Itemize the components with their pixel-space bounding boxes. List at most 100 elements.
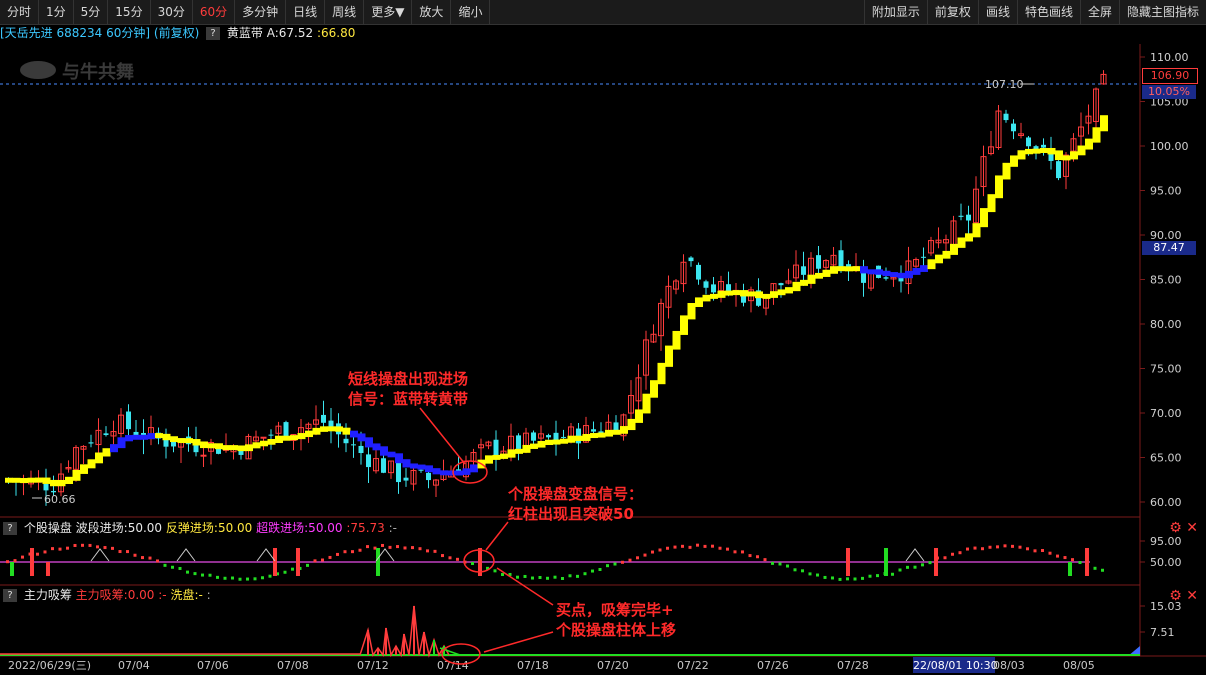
band-yellow-segment: [102, 448, 111, 457]
pane1-dot: [163, 563, 167, 567]
band-blue-segment: [117, 437, 126, 449]
period-tab-9[interactable]: 更多▼: [364, 0, 413, 24]
period-tab-0[interactable]: 分时: [0, 0, 40, 24]
band-yellow-segment: [515, 448, 523, 454]
band-yellow-segment: [27, 477, 36, 483]
help-icon[interactable]: ?: [3, 522, 17, 535]
band-yellow-segment: [500, 453, 508, 459]
candle-body: [613, 422, 619, 432]
stock-title: [天岳先进 688234 60分钟] (前复权): [0, 26, 200, 40]
candle-body: [260, 436, 267, 439]
close-icon[interactable]: ✕: [1186, 520, 1198, 536]
pane1-dot: [306, 563, 309, 567]
band-yellow-segment: [537, 441, 546, 448]
band-blue-segment: [867, 269, 876, 275]
toolbar-right-button-5[interactable]: 隐藏主图指标: [1118, 0, 1206, 24]
toolbar-right-button-3[interactable]: 特色画线: [1016, 0, 1080, 24]
candle-body: [531, 432, 536, 441]
band-yellow-segment: [1055, 150, 1063, 161]
pane1-dot: [988, 545, 992, 549]
gear-icon[interactable]: ⚙: [1169, 520, 1182, 536]
x-axis-label: 07/28: [837, 659, 869, 672]
period-tab-8[interactable]: 周线: [325, 0, 365, 24]
period-tab-2[interactable]: 5分: [74, 0, 109, 24]
pane1-triangle-marker: [176, 548, 196, 562]
band-blue-segment: [410, 463, 418, 469]
annotation-text: 红柱出现且突破50: [508, 505, 634, 523]
pane1-controls: ⚙ ✕: [1169, 520, 1198, 536]
candle-body: [1085, 115, 1092, 124]
annotation-text: 信号：蓝带转黄带: [348, 390, 468, 408]
band-yellow-segment: [740, 290, 748, 297]
pane1-dot: [508, 572, 512, 576]
band-yellow-segment: [732, 290, 741, 296]
period-tab-3[interactable]: 15分: [108, 0, 151, 24]
candle-body: [508, 435, 514, 451]
candle-body: [298, 427, 304, 437]
period-tab-11[interactable]: 缩小: [451, 0, 491, 24]
help-icon[interactable]: ?: [206, 27, 221, 40]
candle-body: [95, 429, 102, 446]
candle-body: [688, 257, 694, 262]
band-yellow-segment: [957, 237, 966, 248]
period-tab-5[interactable]: 60分: [193, 0, 236, 24]
pane1-dot: [291, 567, 294, 571]
candle-body: [500, 450, 507, 458]
pane1-dot: [103, 546, 107, 550]
pane1-boduan: 波段进场:50.00: [75, 521, 163, 535]
band-yellow-segment: [995, 175, 1003, 199]
pane1-dot: [718, 546, 722, 550]
pane1-bar: [884, 548, 888, 576]
candle-body: [493, 439, 499, 456]
pane1-dot: [966, 547, 969, 551]
band-yellow-segment: [935, 254, 943, 264]
band-yellow-segment: [927, 259, 936, 270]
pane1-dot: [381, 543, 384, 547]
pane2-line: [359, 605, 450, 658]
band-yellow-segment: [650, 380, 658, 398]
pane1-bar: [1085, 548, 1089, 576]
candle-body: [35, 478, 42, 483]
toolbar-right-button-0[interactable]: 附加显示: [863, 0, 927, 24]
band-yellow-segment: [1085, 138, 1093, 150]
close-icon[interactable]: ✕: [1186, 588, 1198, 604]
pane1-dot: [981, 547, 984, 551]
help-icon[interactable]: ?: [3, 589, 17, 602]
candle-body: [650, 333, 657, 343]
annotation-arrow: [485, 521, 509, 551]
band-blue-segment: [140, 434, 148, 440]
gear-icon[interactable]: ⚙: [1169, 588, 1182, 604]
pane1-dot: [1063, 556, 1067, 560]
toolbar-right-button-1[interactable]: 前复权: [926, 0, 978, 24]
pane1-dot: [238, 577, 242, 581]
candle-body: [943, 239, 949, 244]
period-tab-1[interactable]: 1分: [39, 0, 74, 24]
candle-body: [463, 460, 469, 478]
period-tab-6[interactable]: 多分钟: [235, 0, 287, 24]
band-yellow-segment: [522, 444, 531, 453]
pane1-dot: [478, 564, 482, 568]
pane1-dot: [268, 574, 272, 578]
pane1-dot: [1078, 561, 1082, 565]
period-tab-10[interactable]: 放大: [412, 0, 452, 24]
band-yellow-segment: [687, 303, 696, 320]
pane1-dot: [411, 546, 414, 550]
toolbar-right-button-2[interactable]: 画线: [977, 0, 1017, 24]
band-yellow-segment: [50, 479, 58, 487]
candle-body: [433, 479, 439, 486]
period-tab-7[interactable]: 日线: [286, 0, 326, 24]
pane1-dot: [388, 545, 392, 549]
pane1-dot: [951, 552, 954, 556]
pane1-dot: [28, 552, 32, 556]
pane1-dot: [133, 553, 137, 557]
pane1-dot: [733, 550, 737, 554]
pane1-dot: [231, 576, 234, 580]
period-tab-4[interactable]: 30分: [151, 0, 193, 24]
candle-body: [561, 436, 566, 438]
pane1-dot: [928, 561, 932, 565]
pane1-dot: [523, 574, 527, 578]
candle-body: [830, 254, 837, 266]
toolbar-right-button-4[interactable]: 全屏: [1079, 0, 1119, 24]
low-price-label: 60.66: [44, 493, 76, 506]
band-blue-segment: [860, 266, 868, 274]
